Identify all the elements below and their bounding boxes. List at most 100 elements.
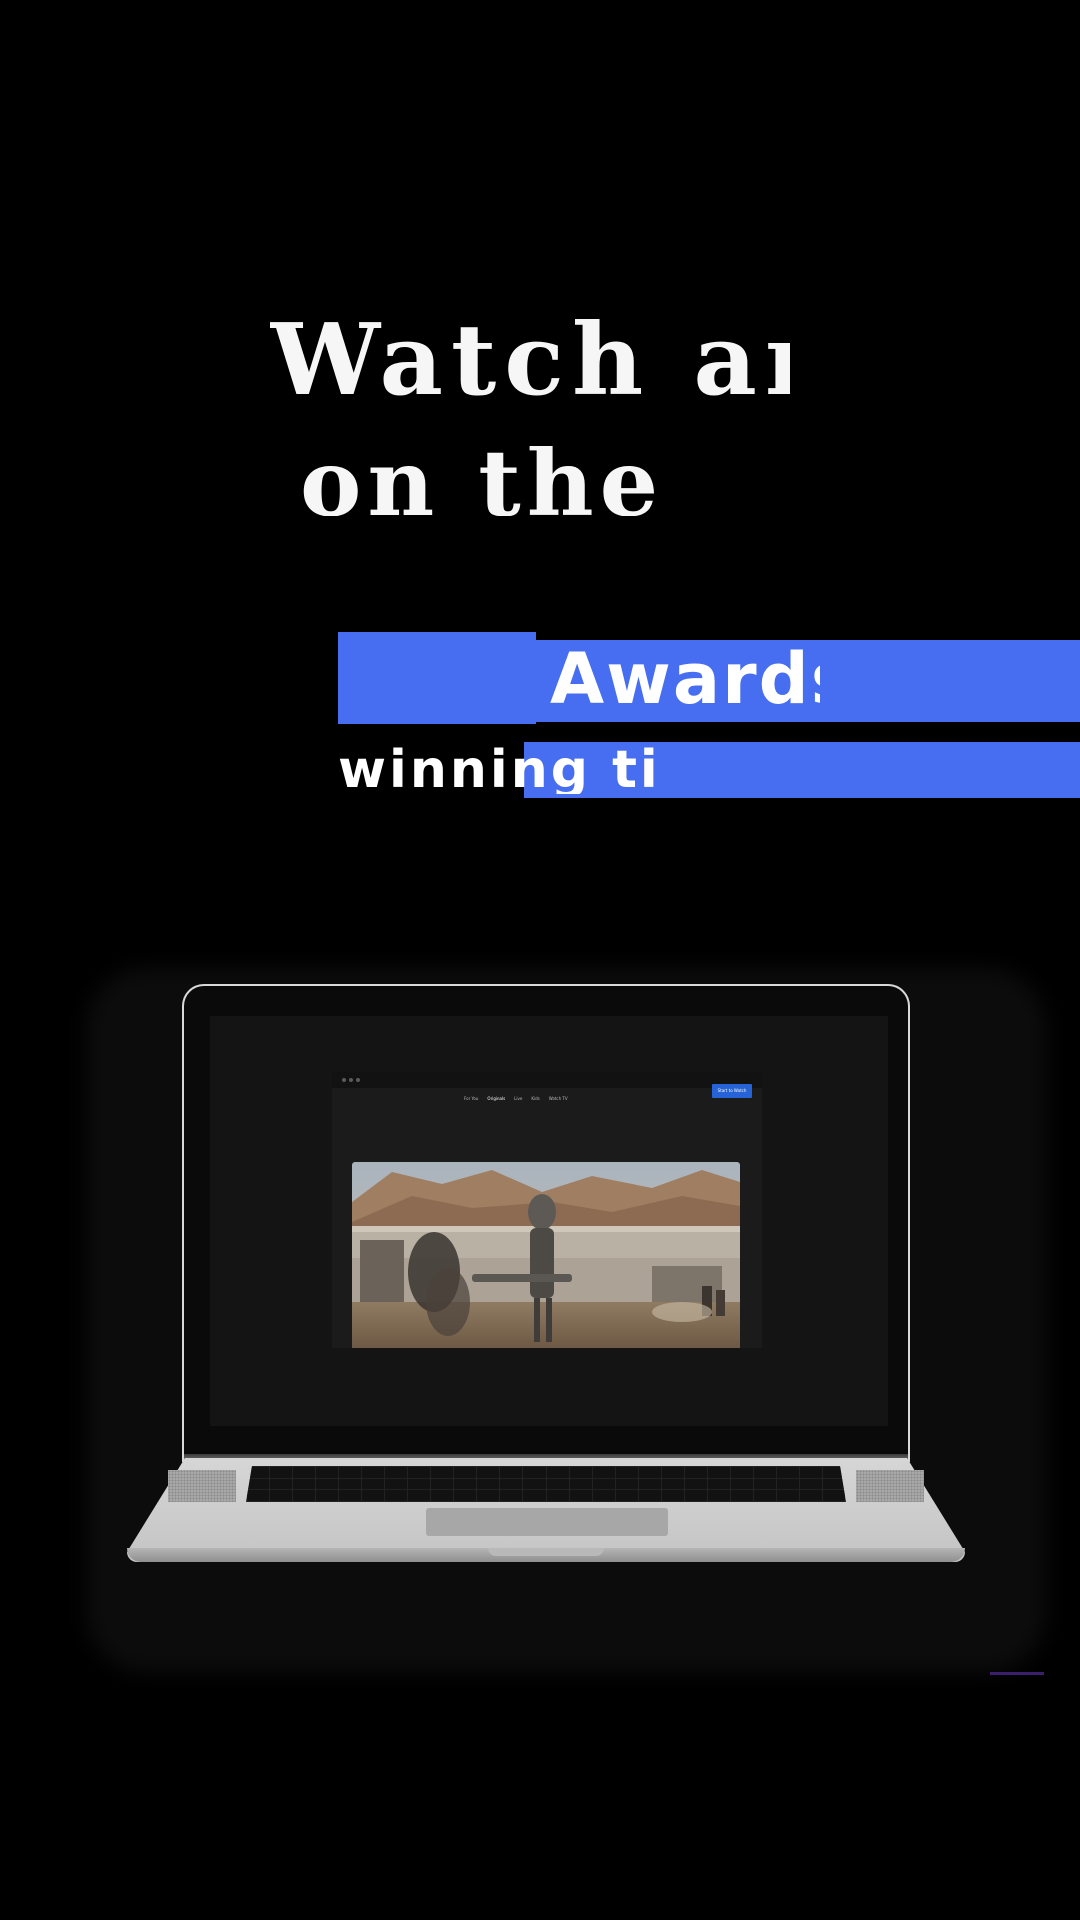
stat-number-block: 100 (338, 632, 536, 724)
keyboard-key (431, 1467, 454, 1478)
keyboard-key (684, 1490, 707, 1501)
window-dot-icon (356, 1078, 360, 1082)
start-watch-button[interactable]: Start to Watch (712, 1084, 752, 1098)
keyboard-key (523, 1467, 546, 1478)
keyboard-key (707, 1467, 730, 1478)
keyboard-key (362, 1467, 385, 1478)
keyboard-key (592, 1467, 615, 1478)
keyboard-key (408, 1478, 431, 1490)
keyboard-key (661, 1490, 684, 1501)
keyboard-key (592, 1478, 615, 1490)
keyboard-key (500, 1478, 523, 1490)
keyboard-key (776, 1490, 799, 1501)
keyboard-key (569, 1467, 592, 1478)
keyboard-key (753, 1467, 776, 1478)
keyboard-key (661, 1467, 684, 1478)
keyboard-key (523, 1490, 546, 1501)
nav-item-kids[interactable]: Kids (531, 1096, 539, 1101)
keyboard-key (270, 1467, 293, 1478)
keyboard-key (293, 1490, 316, 1501)
keyboard-key (684, 1478, 707, 1490)
website-window: For You Originals Live Kids Watch TV Sta… (332, 1072, 762, 1348)
keyboard-key (385, 1490, 408, 1501)
keyboard-key (546, 1478, 569, 1490)
keyboard-key (454, 1478, 477, 1490)
video-frame (352, 1162, 740, 1348)
keyboard-key (247, 1478, 270, 1490)
keyboard-key (569, 1478, 592, 1490)
keyboard-key (615, 1478, 638, 1490)
keyboard-key (316, 1467, 339, 1478)
keyboard-key (362, 1478, 385, 1490)
video-player[interactable] (352, 1162, 740, 1348)
nav-item-live[interactable]: Live (514, 1096, 522, 1101)
keyboard-key (776, 1467, 799, 1478)
keyboard-key (477, 1478, 500, 1490)
headline-line-1: Watch anywhere (270, 318, 790, 400)
keyboard-key (316, 1478, 339, 1490)
keyboard-key (799, 1467, 822, 1478)
keyboard-key (431, 1490, 454, 1501)
keyboard-key (546, 1467, 569, 1478)
window-dot-icon (342, 1078, 346, 1082)
keyboard-key (385, 1478, 408, 1490)
keyboard-key (385, 1467, 408, 1478)
keyboard-key (822, 1490, 845, 1501)
keyboard-key (615, 1467, 638, 1478)
stat-number: 100 (338, 632, 531, 724)
laptop-notch (488, 1548, 604, 1556)
keyboard-key (730, 1478, 753, 1490)
keyboard-key (431, 1478, 454, 1490)
keyboard-key (339, 1490, 362, 1501)
keyboard-key (707, 1478, 730, 1490)
nav-item-for-you[interactable]: For You (464, 1096, 478, 1101)
stat-subtitle: winning titles (338, 746, 658, 794)
keyboard-key (500, 1490, 523, 1501)
keyboard-key (339, 1467, 362, 1478)
browser-titlebar (332, 1072, 762, 1088)
keyboard-key (293, 1467, 316, 1478)
keyboard-key (822, 1478, 845, 1490)
keyboard-key (270, 1490, 293, 1501)
keyboard-key (523, 1478, 546, 1490)
window-dot-icon (349, 1078, 353, 1082)
trackpad (426, 1508, 668, 1536)
keyboard-key (592, 1490, 615, 1501)
keyboard (246, 1466, 846, 1502)
keyboard-key (753, 1478, 776, 1490)
keyboard-key (500, 1467, 523, 1478)
keyboard-key (753, 1490, 776, 1501)
keyboard-key (477, 1490, 500, 1501)
keyboard-key (638, 1467, 661, 1478)
keyboard-key (477, 1467, 500, 1478)
headline-line-2: on the go (300, 446, 660, 516)
keyboard-key (730, 1490, 753, 1501)
stat-highlight: 100 Awards (338, 632, 1080, 728)
keyboard-key (546, 1490, 569, 1501)
keyboard-key (270, 1478, 293, 1490)
keyboard-key (454, 1467, 477, 1478)
speaker-grille-right (856, 1470, 924, 1502)
nav-item-originals[interactable]: Originals (487, 1096, 505, 1101)
keyboard-key (569, 1490, 592, 1501)
stat-word: Awards (550, 648, 820, 710)
keyboard-key (316, 1490, 339, 1501)
site-nav: For You Originals Live Kids Watch TV (464, 1088, 568, 1108)
keyboard-key (776, 1478, 799, 1490)
keyboard-key (293, 1478, 316, 1490)
keyboard-key (730, 1467, 753, 1478)
speaker-grille-left (168, 1470, 236, 1502)
keyboard-key (339, 1478, 362, 1490)
keyboard-key (799, 1478, 822, 1490)
keyboard-key (684, 1467, 707, 1478)
keyboard-key (638, 1490, 661, 1501)
nav-item-watch-tv[interactable]: Watch TV (549, 1096, 568, 1101)
keyboard-key (408, 1490, 431, 1501)
keyboard-key (661, 1478, 684, 1490)
keyboard-key (247, 1490, 270, 1501)
keyboard-key (638, 1478, 661, 1490)
keyboard-key (454, 1490, 477, 1501)
keyboard-key (408, 1467, 431, 1478)
keyboard-key (615, 1490, 638, 1501)
keyboard-key (362, 1490, 385, 1501)
